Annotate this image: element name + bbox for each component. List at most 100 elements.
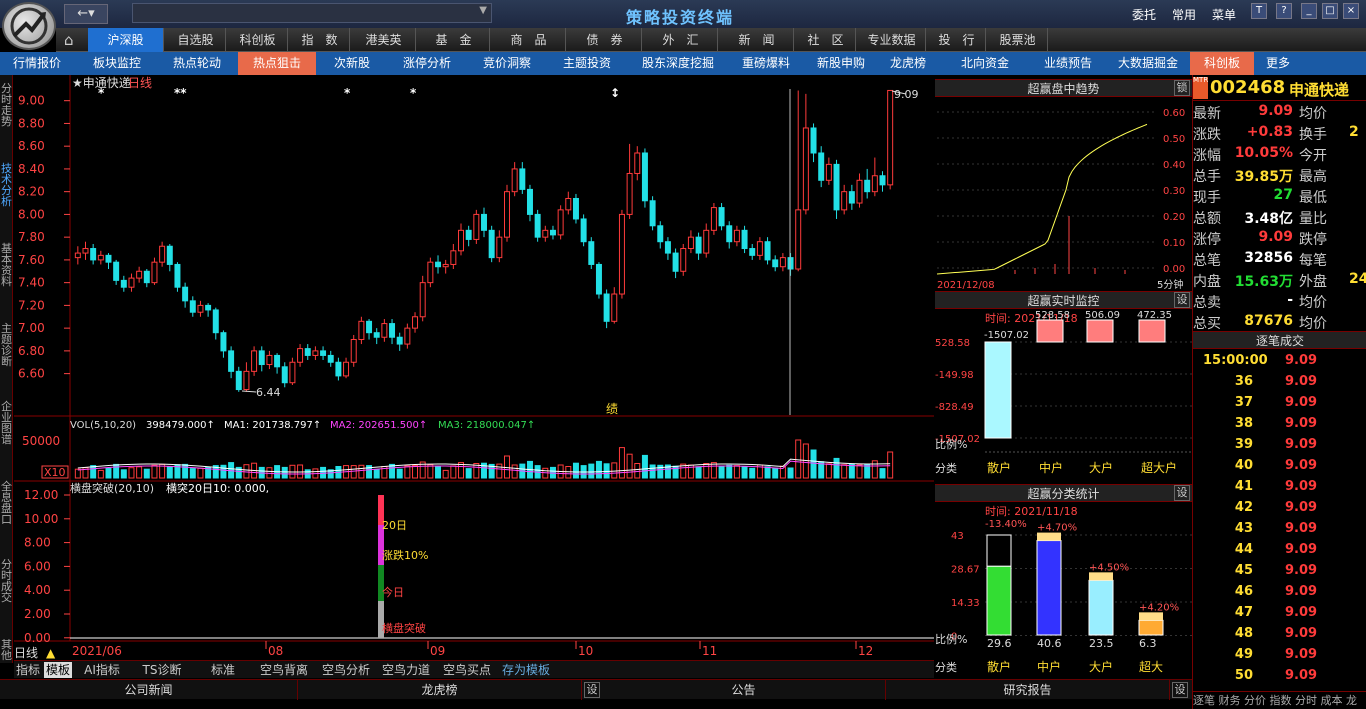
volume-bar — [465, 468, 472, 479]
indicator-tab-7[interactable]: 空鸟力道 — [376, 662, 436, 678]
maximize-icon[interactable]: □ — [1322, 3, 1338, 19]
indicator-tab-3[interactable]: TS诊断 — [132, 662, 192, 678]
func-tab-2[interactable]: 热点轮动 — [158, 52, 236, 75]
trend-chart[interactable]: 0.600.500.400.300.200.100.00 2021/12/08 … — [935, 98, 1192, 290]
tab-dragon-tiger[interactable]: 龙虎榜 — [298, 680, 582, 700]
candle-body — [496, 236, 503, 259]
help-icon[interactable]: ? — [1276, 3, 1292, 19]
volume-bar — [833, 457, 840, 479]
candle-body — [887, 89, 894, 186]
market-tab-8[interactable]: 外 汇 — [644, 28, 718, 52]
news-settings-button[interactable]: 设 — [584, 682, 600, 698]
market-tab-3[interactable]: 指 数 — [290, 28, 350, 52]
tab-company-news[interactable]: 公司新闻 — [0, 680, 298, 700]
func-tab-8[interactable]: 股东深度挖掘 — [626, 52, 730, 75]
indicator-tab-8[interactable]: 空鸟买点 — [438, 662, 496, 678]
home-icon[interactable]: ⌂ — [64, 31, 74, 49]
dropdown-arrow-icon[interactable]: ▼ — [479, 5, 487, 16]
stats-panel-title: 超赢分类统计 — [1027, 487, 1100, 501]
market-tab-7[interactable]: 债 券 — [568, 28, 642, 52]
nav-back-button[interactable]: ←▾ — [64, 4, 108, 24]
func-tab-9[interactable]: 重磅爆料 — [732, 52, 800, 75]
func-tab-10[interactable]: 新股申购 — [802, 52, 880, 75]
volume-bar — [710, 462, 717, 479]
market-tab-6[interactable]: 商 品 — [492, 28, 566, 52]
sidebar-item-0[interactable]: 分时走势 — [0, 83, 13, 127]
indicator-tab-9[interactable]: 存为模板 — [498, 662, 554, 678]
mtr-badge[interactable]: MTR — [1193, 77, 1208, 99]
tick-volume: 41 — [1234, 479, 1253, 494]
sidebar-item-2[interactable]: 基本资料 — [0, 243, 13, 287]
monitor-y-tick: 528.58 — [935, 338, 970, 349]
indicator-tab-4[interactable]: 标准 — [194, 662, 252, 678]
candle-body — [228, 350, 235, 372]
market-tab-13[interactable]: 股票池 — [988, 28, 1048, 52]
tab-research[interactable]: 研究报告 — [886, 680, 1170, 700]
volume-bar — [358, 464, 365, 479]
func-tab-15[interactable]: 科创板 — [1190, 52, 1254, 75]
market-tab-5[interactable]: 基 金 — [418, 28, 490, 52]
func-tab-5[interactable]: 涨停分析 — [388, 52, 466, 75]
market-tab-4[interactable]: 港美英 — [352, 28, 416, 52]
market-tab-9[interactable]: 新 闻 — [720, 28, 794, 52]
market-tab-10[interactable]: 社 区 — [796, 28, 856, 52]
sidebar-item-4[interactable]: 企业图谱 — [0, 401, 13, 445]
volume-bar — [749, 467, 756, 479]
indicator-tab-5[interactable]: 空鸟背离 — [254, 662, 314, 678]
market-tab-1[interactable]: 自选股 — [166, 28, 226, 52]
indicator-tab-1[interactable]: 模板 — [44, 662, 72, 678]
func-tab-7[interactable]: 主题投资 — [550, 52, 624, 75]
close-icon[interactable]: × — [1343, 3, 1359, 19]
sidebar-item-1[interactable]: 技术分析 — [0, 163, 13, 207]
market-tab-11[interactable]: 专业数据 — [858, 28, 926, 52]
trend-lock-button[interactable]: 锁 — [1174, 80, 1190, 96]
period-toggle-icon[interactable]: ▲ — [46, 646, 56, 660]
sidebar-item-7[interactable]: 其他 — [0, 639, 13, 661]
pin-icon[interactable]: T — [1251, 3, 1267, 19]
sidebar-item-5[interactable]: 全息盘口 — [0, 481, 13, 525]
quote-footer-tabs[interactable]: 逐笔 财务 分价 指数 分时 成本 龙虎 — [1193, 691, 1366, 709]
market-tab-2[interactable]: 科创板 — [228, 28, 288, 52]
market-tab-0[interactable]: 沪深股 — [88, 28, 164, 52]
stats-bar — [986, 565, 1012, 636]
kline-chart[interactable]: ★申通快递 日线 9.008.808.608.408.208.007.807.6… — [14, 75, 934, 660]
indicator-tab-0[interactable]: 指标 — [14, 662, 42, 678]
monitor-settings-button[interactable]: 设 — [1174, 292, 1190, 308]
quote-label: 最新 — [1193, 106, 1221, 122]
func-tab-16[interactable]: 更多 — [1258, 52, 1298, 75]
quote-value: +0.83 — [1246, 124, 1293, 140]
candle-body — [465, 229, 472, 240]
chart-area[interactable]: ★申通快递 日线 9.00 8.80 8.60 8.40 8.20 8.00 7.80 7.6… — [14, 75, 934, 660]
research-settings-button[interactable]: 设 — [1172, 682, 1188, 698]
candle-body — [810, 127, 817, 154]
indicator-y-tick: 10.00 — [24, 512, 58, 526]
indicator-y-tick: 0.00 — [24, 631, 51, 645]
tick-row: 36 9.09 — [1193, 374, 1366, 395]
func-tab-1[interactable]: 板块监控 — [78, 52, 156, 75]
menu-link-common[interactable]: 常用 — [1172, 6, 1196, 23]
search-input[interactable]: ▼ — [132, 3, 492, 23]
minimize-icon[interactable]: _ — [1301, 3, 1317, 19]
menu-link-trade[interactable]: 委托 — [1132, 6, 1156, 23]
menu-link-menu[interactable]: 菜单 — [1212, 6, 1236, 23]
func-tab-6[interactable]: 竞价洞察 — [468, 52, 546, 75]
sidebar-item-3[interactable]: 主题诊断 — [0, 323, 13, 367]
candle-body — [779, 257, 786, 268]
func-tab-11[interactable]: 龙虎榜 — [878, 52, 938, 75]
stats-settings-button[interactable]: 设 — [1174, 485, 1190, 501]
func-tab-3[interactable]: 热点狙击 — [238, 52, 316, 75]
func-tab-13[interactable]: 业绩预告 — [1030, 52, 1106, 75]
indicator-tab-2[interactable]: AI指标 — [74, 662, 130, 678]
func-tab-12[interactable]: 北向资金 — [942, 52, 1028, 75]
market-tab-12[interactable]: 投 行 — [928, 28, 986, 52]
sidebar-item-6[interactable]: 分时成交 — [0, 559, 13, 603]
monitor-y-tick: -149.98 — [935, 370, 974, 381]
func-tab-14[interactable]: 大数据掘金 — [1108, 52, 1188, 75]
func-tab-4[interactable]: 次新股 — [318, 52, 386, 75]
tab-announcements[interactable]: 公告 — [602, 680, 886, 700]
tick-volume: 47 — [1234, 605, 1253, 620]
indicator-tab-6[interactable]: 空鸟分析 — [316, 662, 376, 678]
func-tab-0[interactable]: 行情报价 — [0, 52, 74, 75]
quote-label-2: 均价 — [1299, 106, 1327, 122]
volume-bar — [595, 460, 602, 479]
